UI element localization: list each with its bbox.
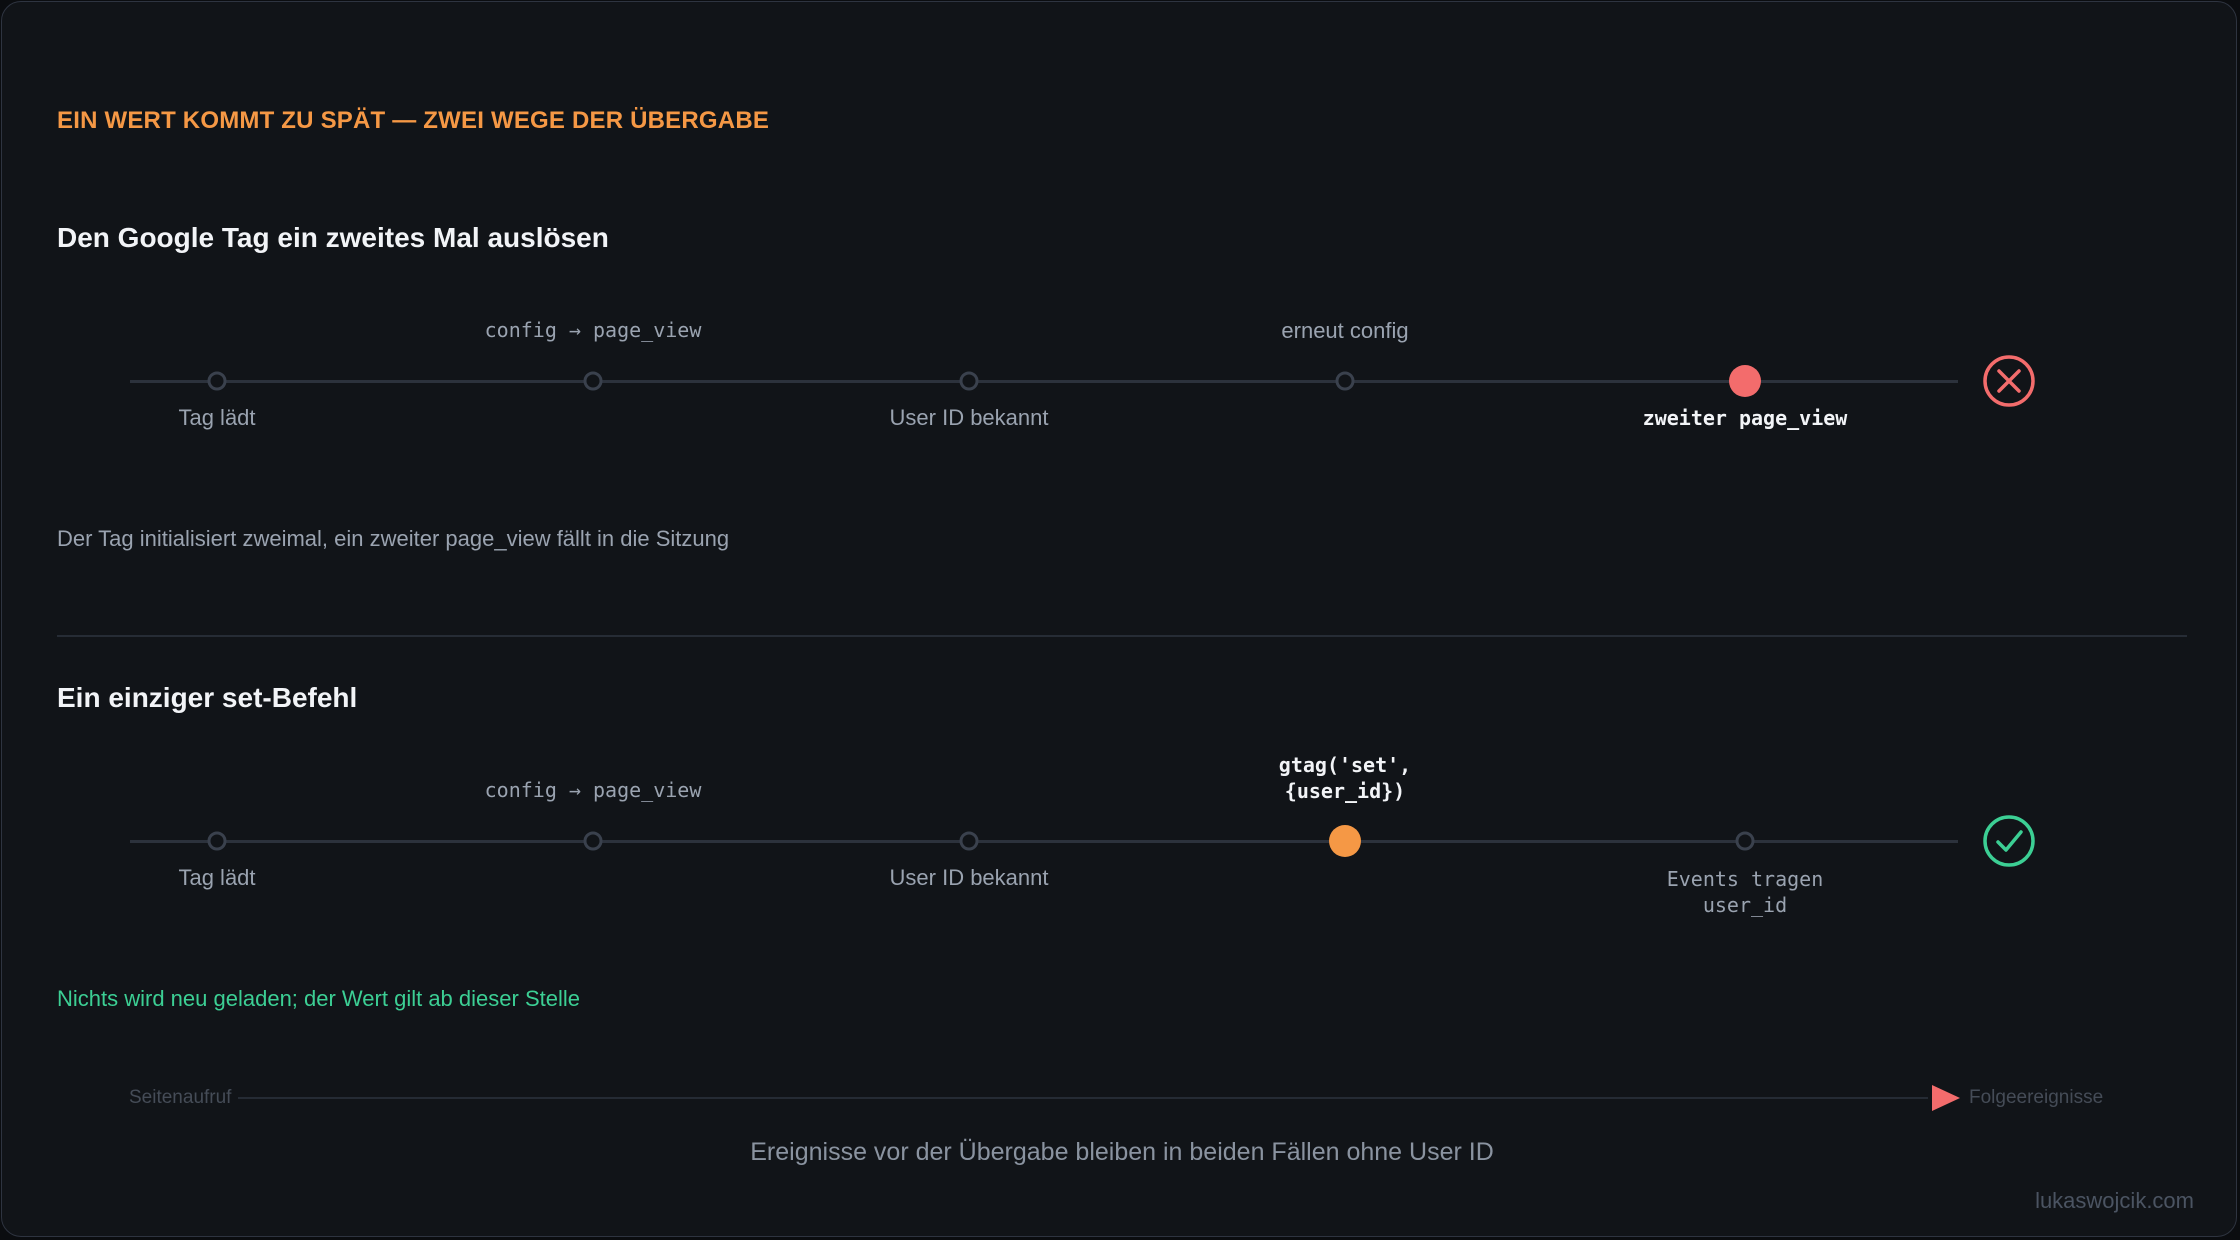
- s2-node-4-highlight: [1329, 825, 1361, 857]
- eyebrow-title: EIN WERT KOMMT ZU SPÄT — ZWEI WEGE DER Ü…: [57, 107, 770, 134]
- brand-watermark: lukaswojcik.com: [2035, 1188, 2194, 1213]
- footer-caption: Ereignisse vor der Übergabe bleiben in b…: [750, 1138, 1494, 1166]
- s2-node-5: [1735, 831, 1755, 851]
- s1-label-erneut-config: erneut config: [1281, 318, 1409, 343]
- s2-label-gtag-set-line1: gtag('set',: [1278, 753, 1412, 777]
- s1-label-userid-bekannt: User ID bekannt: [889, 405, 1049, 430]
- s2-node-3: [959, 831, 979, 851]
- s2-node-1: [207, 831, 227, 851]
- s2-node-2: [583, 831, 603, 851]
- section1-title: Den Google Tag ein zweites Mal auslösen: [57, 222, 609, 253]
- arrow-right-icon: [1932, 1085, 1960, 1111]
- axis-line: [238, 1097, 1928, 1099]
- s2-label-config-pageview: config → page_view: [484, 778, 702, 802]
- s2-label-gtag-set-line2: {user_id}): [1284, 779, 1406, 803]
- x-circle-icon: [1983, 355, 2035, 407]
- s1-label-config-pageview: config → page_view: [484, 318, 702, 342]
- section2-title: Ein einziger set-Befehl: [57, 682, 358, 713]
- s1-node-4: [1335, 371, 1355, 391]
- s2-label-userid-bekannt: User ID bekannt: [889, 865, 1049, 890]
- s2-label-gtag-set: gtag('set', {user_id}): [1279, 752, 1411, 804]
- check-circle-icon: [1983, 815, 2035, 867]
- section1-track: [130, 380, 1958, 383]
- s2-label-events-tragen-line1: Events tragen: [1666, 867, 1824, 891]
- section2-note: Nichts wird neu geladen; der Wert gilt a…: [57, 986, 580, 1011]
- s1-label-tag-laedt: Tag lädt: [178, 405, 256, 430]
- section2-track: [130, 840, 1958, 843]
- s1-node-2: [583, 371, 603, 391]
- section1-note: Der Tag initialisiert zweimal, ein zweit…: [57, 526, 730, 551]
- s2-label-tag-laedt: Tag lädt: [178, 865, 256, 890]
- s1-label-zweiter-pageview: zweiter page_view: [1642, 406, 1848, 430]
- s2-label-events-tragen-line2: user_id: [1702, 893, 1788, 917]
- s1-node-1: [207, 371, 227, 391]
- s1-node-3: [959, 371, 979, 391]
- s2-label-events-tragen: Events tragen user_id: [1667, 866, 1824, 918]
- s1-node-5-highlight: [1729, 365, 1761, 397]
- section-divider: [57, 635, 2187, 637]
- diagram-card: EIN WERT KOMMT ZU SPÄT — ZWEI WEGE DER Ü…: [1, 1, 2237, 1237]
- axis-end-label: Folgeereignisse: [1969, 1087, 2104, 1108]
- axis-start-label: Seitenaufruf: [129, 1087, 232, 1108]
